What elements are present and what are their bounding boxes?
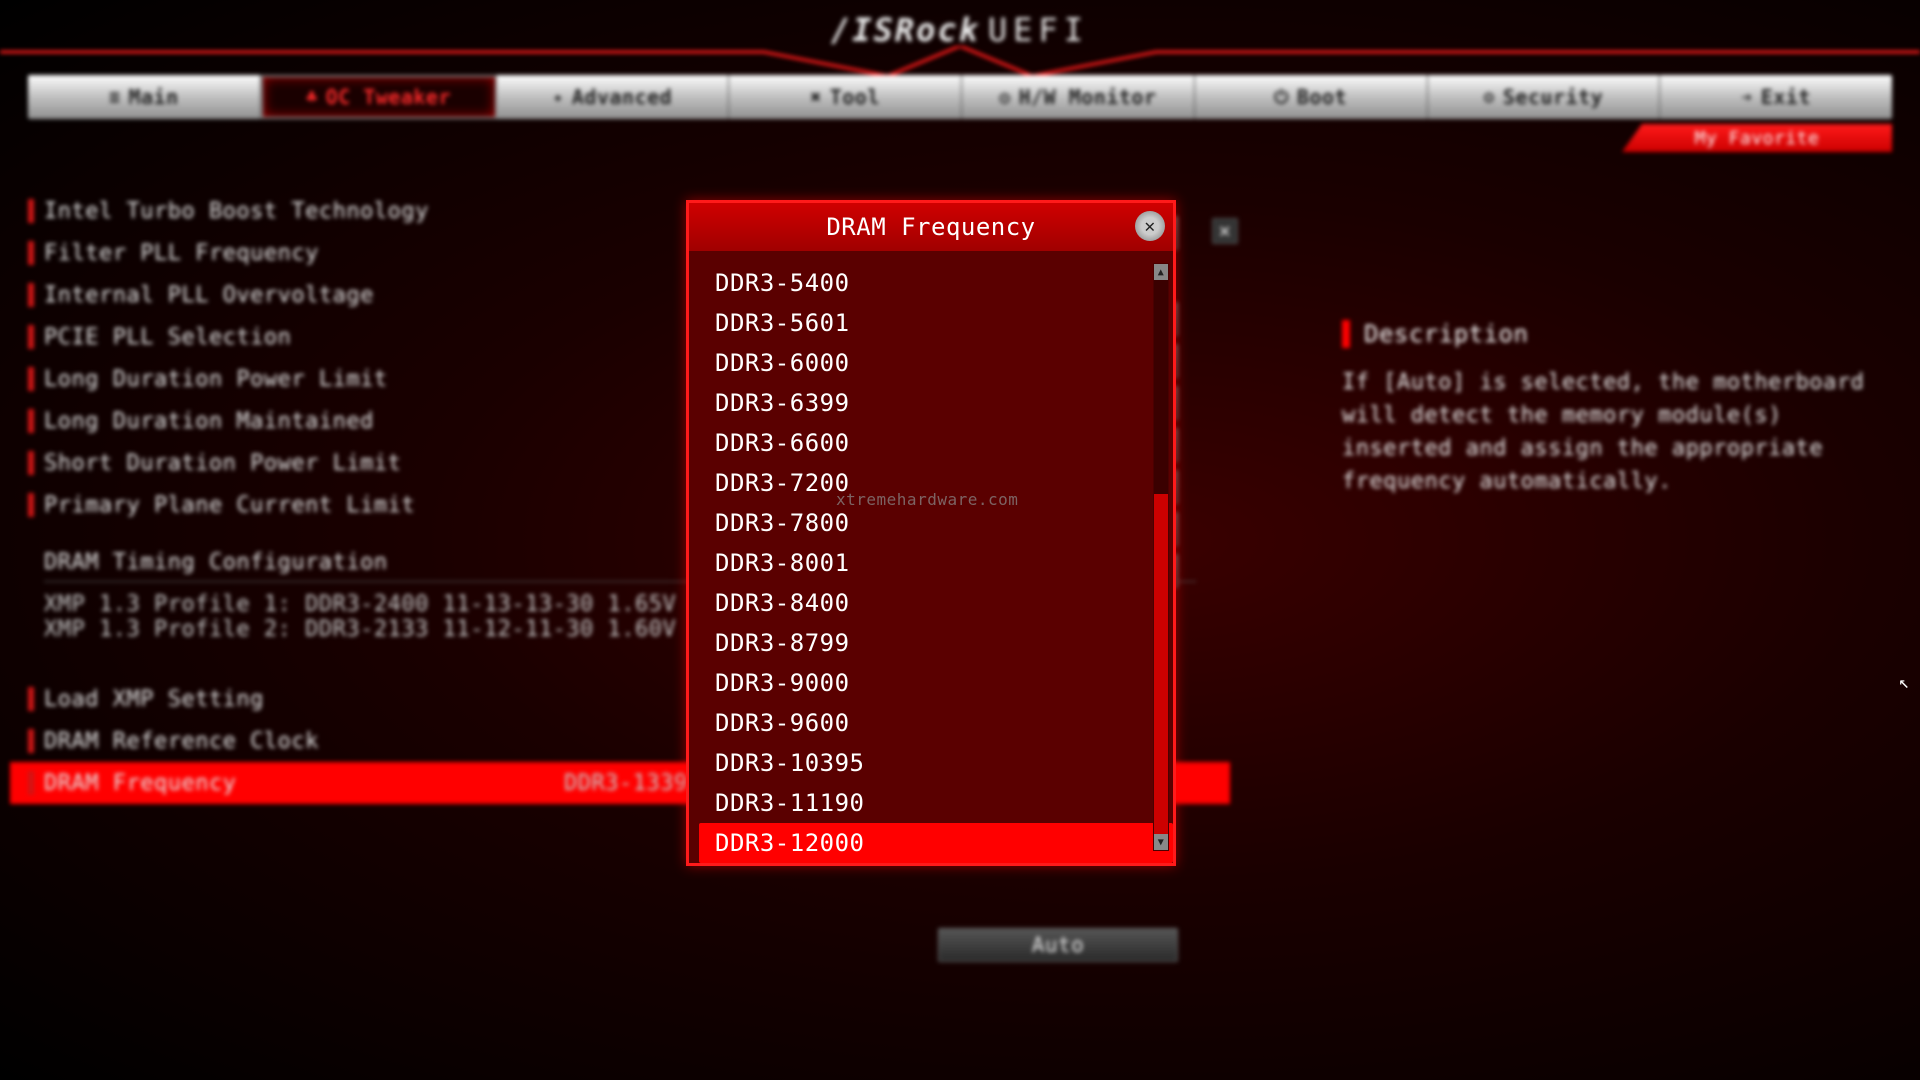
dram-frequency-option[interactable]: DDR3-10395: [699, 743, 1173, 783]
tab-label: Security: [1503, 85, 1603, 109]
scroll-down-arrow[interactable]: ▼: [1154, 834, 1168, 850]
brand-name: /ISRock: [831, 11, 980, 49]
indicator-icon: [28, 687, 34, 711]
tab-icon: ⚙: [1484, 87, 1495, 108]
setting-label: Internal PLL Overvoltage: [44, 283, 564, 308]
tab-icon: ➔: [1741, 87, 1752, 108]
setting-label: Long Duration Power Limit: [44, 367, 564, 392]
tab-icon: ◎: [999, 87, 1010, 108]
description-title: Description: [1342, 320, 1892, 348]
indicator-icon: [28, 199, 34, 223]
dram-frequency-option[interactable]: DDR3-5400: [699, 263, 1173, 303]
brand-logo: /ISRockUEFI: [831, 11, 1089, 49]
scrollbar-thumb[interactable]: [1154, 494, 1168, 834]
product-name: UEFI: [988, 11, 1089, 49]
dram-frequency-option[interactable]: DDR3-8001: [699, 543, 1173, 583]
setting-label: DRAM Reference Clock: [44, 729, 564, 754]
value-dismiss-button[interactable]: ×: [1212, 218, 1238, 244]
dram-frequency-option[interactable]: DDR3-6399: [699, 383, 1173, 423]
tab-oc-tweaker[interactable]: ♣ OC Tweaker: [261, 75, 497, 119]
dram-frequency-option[interactable]: DDR3-6600: [699, 423, 1173, 463]
dram-frequency-option[interactable]: DDR3-5601: [699, 303, 1173, 343]
dram-frequency-option[interactable]: DDR3-6000: [699, 343, 1173, 383]
tab-boot[interactable]: ⏻ Boot: [1195, 75, 1428, 119]
setting-label: DRAM Frequency: [44, 771, 564, 796]
setting-label: Long Duration Maintained: [44, 409, 564, 434]
cursor-icon: ↖: [1899, 672, 1910, 693]
tab-label: Advanced: [572, 85, 672, 109]
tab-label: H/W Monitor: [1019, 85, 1157, 109]
tab-label: OC Tweaker: [326, 85, 451, 109]
watermark: xtremehardware.com: [836, 490, 1018, 509]
dram-frequency-option[interactable]: DDR3-11190: [699, 783, 1173, 823]
dram-frequency-option[interactable]: DDR3-8400: [699, 583, 1173, 623]
tab-icon: ✦: [553, 87, 564, 108]
tab-label: Exit: [1761, 85, 1811, 109]
indicator-icon: [28, 241, 34, 265]
setting-label: Short Duration Power Limit: [44, 451, 564, 476]
dram-frequency-modal: DRAM Frequency ✕ DDR3-5400DDR3-5601DDR3-…: [686, 200, 1176, 866]
tab-icon: ≡: [109, 87, 120, 108]
setting-label: Filter PLL Frequency: [44, 241, 564, 266]
auto-value-pill[interactable]: Auto: [938, 928, 1178, 962]
indicator-icon: [28, 729, 34, 753]
tab-icon: ⏻: [1274, 87, 1289, 108]
indicator-icon: [28, 409, 34, 433]
tab-icon: ✖: [810, 87, 821, 108]
tab-icon: ♣: [306, 87, 317, 108]
indicator-icon: [28, 283, 34, 307]
tab-label: Main: [128, 85, 178, 109]
setting-label: Load XMP Setting: [44, 687, 564, 712]
tab-h-w-monitor[interactable]: ◎ H/W Monitor: [962, 75, 1195, 119]
indicator-icon: [28, 367, 34, 391]
scroll-up-arrow[interactable]: ▲: [1154, 264, 1168, 280]
indicator-icon: [28, 325, 34, 349]
tab-bar: ≡ Main ♣ OC Tweaker ✦ Advanced ✖ Tool ◎ H/W Monit…: [28, 75, 1892, 119]
tab-security[interactable]: ⚙ Security: [1428, 75, 1661, 119]
modal-option-list: DDR3-5400DDR3-5601DDR3-6000DDR3-6399DDR3…: [689, 251, 1173, 863]
tab-label: Boot: [1297, 85, 1347, 109]
indicator-icon: [28, 771, 34, 795]
dram-frequency-option[interactable]: DDR3-12000: [699, 823, 1173, 863]
dram-frequency-option[interactable]: DDR3-9600: [699, 703, 1173, 743]
setting-label: Primary Plane Current Limit: [44, 493, 564, 518]
modal-title-bar: DRAM Frequency ✕: [689, 203, 1173, 251]
my-favorite-button[interactable]: My Favorite: [1622, 124, 1892, 152]
close-icon[interactable]: ✕: [1135, 211, 1165, 241]
indicator-icon: [28, 493, 34, 517]
tab-tool[interactable]: ✖ Tool: [729, 75, 962, 119]
modal-title: DRAM Frequency: [826, 213, 1035, 241]
tab-advanced[interactable]: ✦ Advanced: [497, 75, 730, 119]
description-body: If [Auto] is selected, the motherboard w…: [1342, 366, 1892, 498]
setting-label: Intel Turbo Boost Technology: [44, 199, 564, 224]
tab-main[interactable]: ≡ Main: [28, 75, 261, 119]
scrollbar-track[interactable]: ▲ ▼: [1153, 263, 1169, 851]
indicator-icon: [28, 451, 34, 475]
dram-frequency-option[interactable]: DDR3-8799: [699, 623, 1173, 663]
dram-frequency-option[interactable]: DDR3-9000: [699, 663, 1173, 703]
tab-label: Tool: [830, 85, 880, 109]
tab-exit[interactable]: ➔ Exit: [1660, 75, 1892, 119]
dram-frequency-option[interactable]: DDR3-7800: [699, 503, 1173, 543]
description-panel: Description If [Auto] is selected, the m…: [1342, 320, 1892, 880]
setting-label: PCIE PLL Selection: [44, 325, 564, 350]
